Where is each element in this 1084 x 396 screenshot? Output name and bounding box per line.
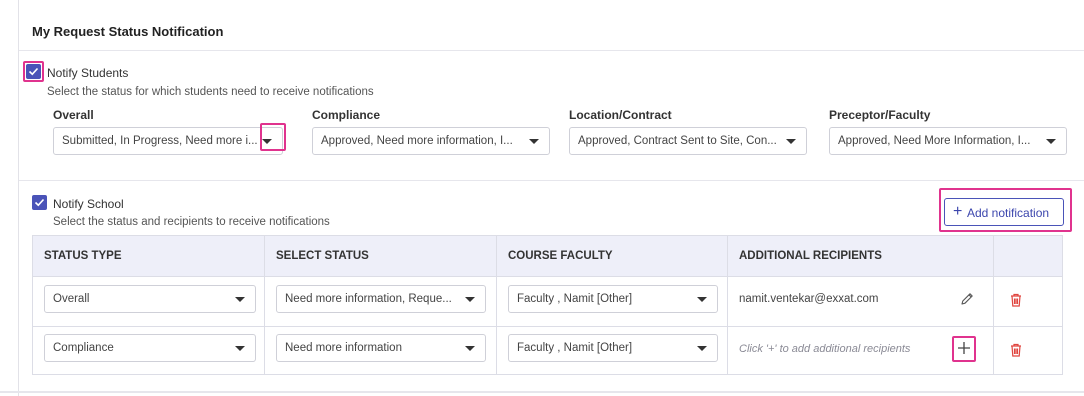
- notify-school-hint: Select the status and recipients to rece…: [53, 216, 330, 228]
- plus-icon[interactable]: [956, 340, 972, 359]
- select-value: Faculty , Namit [Other]: [517, 342, 633, 354]
- select-value: Need more information, Reque...: [285, 293, 452, 305]
- trash-icon[interactable]: [1009, 342, 1023, 361]
- recipient-email: namit.ventekar@exxat.com: [739, 293, 879, 305]
- section-title: My Request Status Notification: [32, 24, 224, 39]
- filter-label-location-contract: Location/Contract: [569, 108, 672, 122]
- filter-label-preceptor-faculty: Preceptor/Faculty: [829, 108, 931, 122]
- divider: [19, 50, 1084, 51]
- select-value: Need more information: [285, 342, 402, 354]
- divider: [19, 180, 1084, 181]
- select-value: Compliance: [53, 342, 114, 354]
- caret-down-icon[interactable]: [529, 139, 539, 144]
- notification-table: STATUS TYPE SELECT STATUS COURSE FACULTY…: [32, 235, 1063, 375]
- filter-label-compliance: Compliance: [312, 108, 381, 122]
- pencil-icon[interactable]: [959, 291, 975, 310]
- add-notification-label: Add notification: [967, 206, 1050, 220]
- column-header-select-status: SELECT STATUS: [276, 250, 369, 262]
- select-value: Approved, Need more information, I...: [321, 135, 513, 147]
- highlight-box: [260, 123, 286, 151]
- divider: [0, 391, 1084, 393]
- select-value: Faculty , Namit [Other]: [517, 293, 633, 305]
- notify-students-label: Notify Students: [47, 66, 129, 80]
- location-contract-status-select[interactable]: Approved, Contract Sent to Site, Con...: [569, 127, 807, 155]
- status-type-select[interactable]: Compliance: [44, 334, 256, 362]
- caret-down-icon[interactable]: [465, 346, 475, 351]
- notify-students-checkbox[interactable]: [26, 64, 41, 79]
- select-value: Approved, Need More Information, I...: [838, 135, 1031, 147]
- select-value: Submitted, In Progress, Need more i...: [62, 135, 257, 147]
- preceptor-faculty-status-select[interactable]: Approved, Need More Information, I...: [829, 127, 1067, 155]
- notify-school-label: Notify School: [53, 197, 124, 211]
- course-faculty-select[interactable]: Faculty , Namit [Other]: [508, 285, 718, 313]
- caret-down-icon[interactable]: [235, 346, 245, 351]
- select-status-select[interactable]: Need more information: [276, 334, 486, 362]
- notification-card: My Request Status Notification Notify St…: [18, 0, 1084, 396]
- table-header: STATUS TYPE SELECT STATUS COURSE FACULTY…: [33, 236, 1062, 277]
- row-divider: [33, 326, 1062, 327]
- column-divider: [264, 236, 265, 374]
- compliance-status-select[interactable]: Approved, Need more information, I...: [312, 127, 550, 155]
- checkmark-icon: [34, 198, 45, 207]
- select-value: Approved, Contract Sent to Site, Con...: [578, 135, 777, 147]
- overall-status-select[interactable]: Submitted, In Progress, Need more i...: [53, 127, 283, 155]
- select-value: Overall: [53, 293, 90, 305]
- trash-icon[interactable]: [1009, 292, 1023, 311]
- plus-icon: +: [953, 203, 963, 220]
- recipients-placeholder: Click '+' to add additional recipients: [739, 343, 911, 355]
- notify-students-hint: Select the status for which students nee…: [47, 86, 374, 98]
- caret-down-icon[interactable]: [1046, 139, 1056, 144]
- column-header-additional-recipients: ADDITIONAL RECIPIENTS: [739, 250, 882, 262]
- column-divider: [496, 236, 497, 374]
- filter-label-overall: Overall: [53, 108, 94, 122]
- column-divider: [993, 236, 994, 374]
- add-notification-button[interactable]: + Add notification: [944, 198, 1064, 226]
- status-type-select[interactable]: Overall: [44, 285, 256, 313]
- caret-down-icon[interactable]: [235, 297, 245, 302]
- notify-school-checkbox[interactable]: [32, 195, 47, 210]
- column-divider: [727, 236, 728, 374]
- course-faculty-select[interactable]: Faculty , Namit [Other]: [508, 334, 718, 362]
- column-header-status-type: STATUS TYPE: [44, 250, 122, 262]
- column-header-course-faculty: COURSE FACULTY: [508, 250, 613, 262]
- caret-down-icon[interactable]: [786, 139, 796, 144]
- checkmark-icon: [28, 67, 39, 76]
- caret-down-icon[interactable]: [465, 297, 475, 302]
- caret-down-icon[interactable]: [697, 346, 707, 351]
- caret-down-icon[interactable]: [697, 297, 707, 302]
- select-status-select[interactable]: Need more information, Reque...: [276, 285, 486, 313]
